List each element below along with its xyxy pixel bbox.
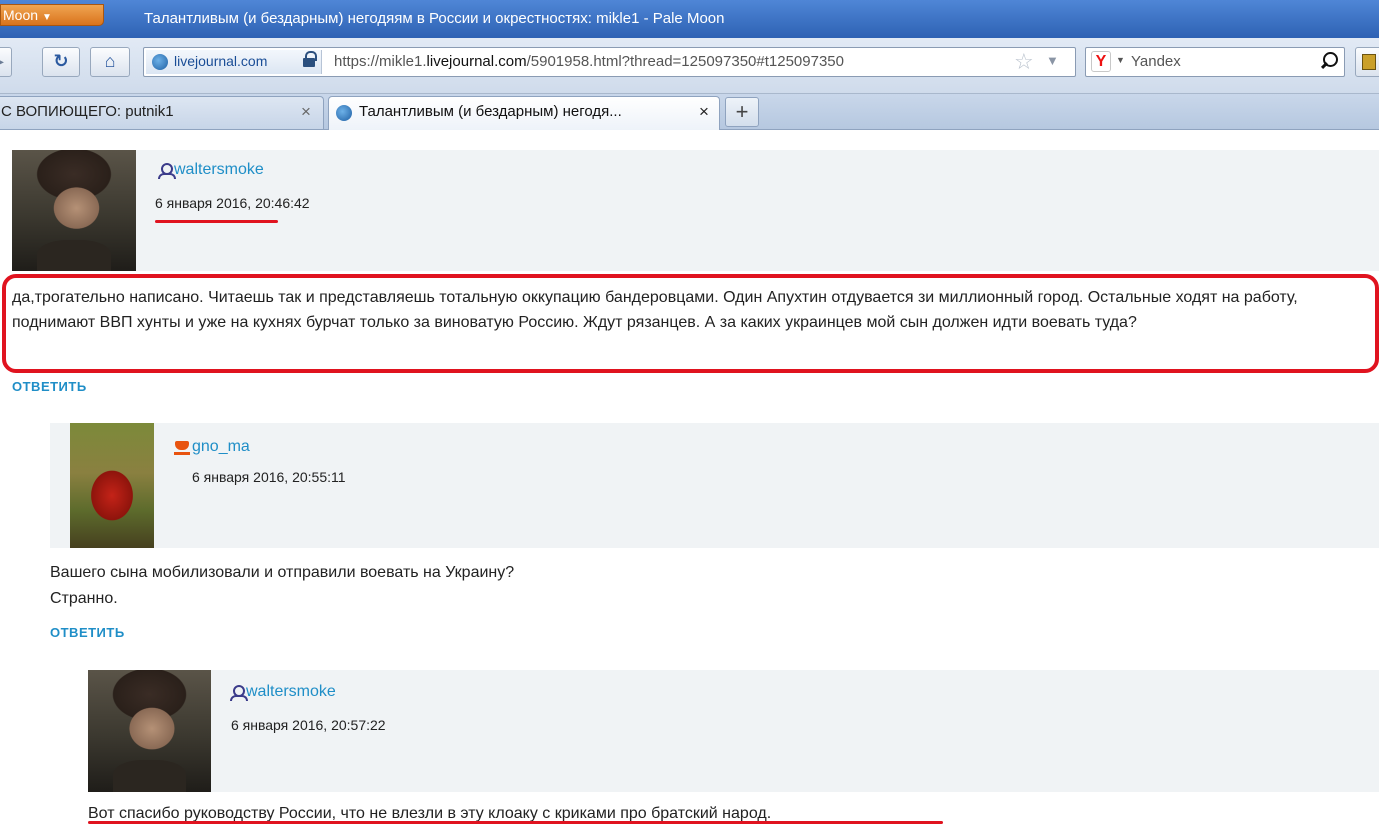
search-bar[interactable]: Y ▼ Yandex [1085,47,1345,77]
comment-datetime[interactable]: 6 января 2016, 20:55:11 [192,469,346,485]
home-icon: ⌂ [104,51,116,71]
tab-label: С ВОПИЮЩЕГО: putnik1 [1,103,174,120]
url-text[interactable]: https://mikle1.livejournal.com/5901958.h… [334,53,844,70]
user-icon [157,163,176,179]
address-bar[interactable]: livejournal.com https://mikle1.livejourn… [143,47,1076,77]
comment-text-line: Вашего сына мобилизовали и отправили вое… [50,564,515,581]
comment-datetime[interactable]: 6 января 2016, 20:57:22 [231,717,386,733]
url-dropdown-icon[interactable]: ▼ [1046,53,1059,68]
home-button[interactable]: ⌂ [90,47,130,77]
reload-button[interactable]: ↻ [42,47,80,77]
lock-icon [303,51,317,67]
user-icon [229,685,248,701]
reload-icon: ↻ [53,51,69,71]
avatar[interactable] [12,150,136,271]
close-icon[interactable]: × [301,97,311,127]
annotation-underline [88,821,943,824]
window-title: Талантливым (и бездарным) негодяям в Рос… [144,10,725,27]
livejournal-favicon-icon [336,105,352,121]
site-identity-button[interactable]: livejournal.com [146,50,322,74]
plus-icon: + [735,99,749,124]
reply-link[interactable]: ОТВЕТИТЬ [12,379,87,394]
url-prefix: https://mikle1. [334,53,427,70]
avatar[interactable] [88,670,211,792]
new-tab-button[interactable]: + [725,97,759,127]
reply-link[interactable]: ОТВЕТИТЬ [50,625,125,640]
url-path: /5901958.html?thread=125097350#t12509735… [526,53,844,70]
addon-button[interactable] [1355,47,1379,77]
url-domain: livejournal.com [426,53,527,70]
chevron-down-icon: ▼ [42,12,52,23]
app-menu-button[interactable]: Moon ▼ [0,4,104,26]
addon-icon [1362,54,1376,70]
community-icon [174,441,190,456]
tab-current[interactable]: Талантливым (и бездарным) негодя... × [328,96,720,130]
tab-putnik1[interactable]: С ВОПИЮЩЕГО: putnik1 × [0,96,324,129]
close-icon[interactable]: × [699,97,709,127]
annotation-underline [155,220,278,223]
search-icon[interactable] [1318,51,1338,71]
livejournal-favicon-icon [152,54,168,70]
window-titlebar: Moon ▼ Талантливым (и бездарным) негодяям… [0,0,1379,38]
comment-text: да,трогательно написано. Читаешь так и п… [12,289,1298,331]
username-link[interactable]: gno_ma [192,438,250,456]
forward-button[interactable]: ▶ [0,47,12,77]
tab-strip: С ВОПИЮЩЕГО: putnik1 × Талантливым (и бе… [0,94,1379,130]
site-identity-label: livejournal.com [174,53,268,69]
yandex-logo-icon[interactable]: Y [1091,51,1111,72]
search-placeholder: Yandex [1131,53,1181,70]
navigation-toolbar: ▶ ↻ ⌂ livejournal.com https://mikle1.liv… [0,38,1379,94]
forward-arrow-icon: ▶ [0,51,4,71]
username-link[interactable]: waltersmoke [246,683,336,701]
tab-label: Талантливым (и бездарным) негодя... [359,103,622,120]
comment-datetime[interactable]: 6 января 2016, 20:46:42 [155,195,310,211]
comment-text-line: Странно. [50,590,118,607]
search-engine-dropdown-icon[interactable]: ▼ [1116,55,1125,65]
bookmark-star-icon[interactable]: ☆ [1014,49,1034,75]
avatar[interactable] [70,423,154,548]
app-menu-label: Moon [3,7,39,23]
username-link[interactable]: waltersmoke [174,161,264,179]
